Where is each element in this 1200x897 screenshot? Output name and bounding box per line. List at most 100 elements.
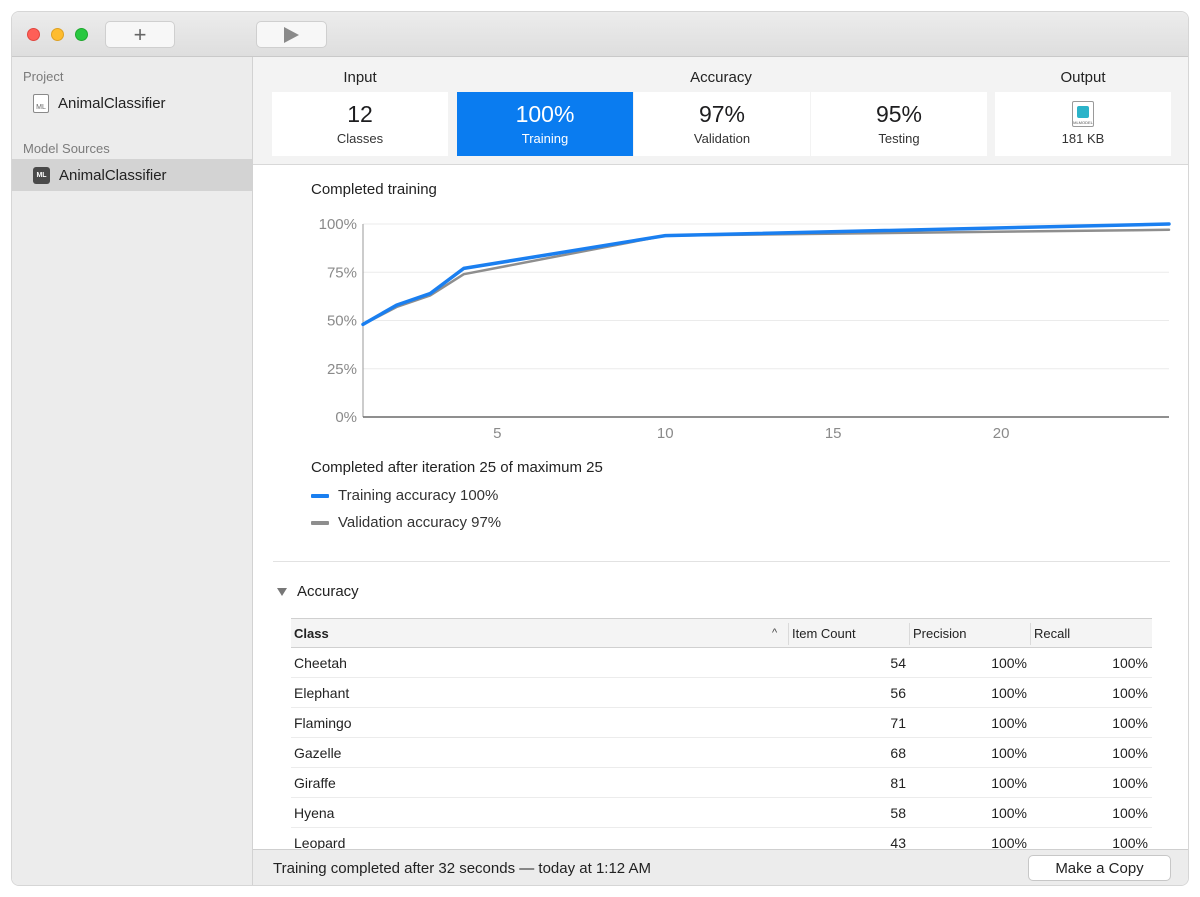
sidebar: Project ML AnimalClassifier Model Source… (12, 57, 253, 885)
sidebar-item-label: AnimalClassifier (58, 94, 166, 112)
legend-training-label: Training accuracy 100% (338, 487, 499, 504)
x-tick-label: 15 (825, 425, 842, 442)
ml-model-icon: ML (33, 166, 50, 184)
sidebar-item-model-source[interactable]: ML AnimalClassifier (12, 159, 252, 191)
x-tick-label: 20 (993, 425, 1010, 442)
column-header-precision[interactable]: Precision (913, 626, 966, 641)
cell-recall: 100% (1112, 685, 1148, 701)
mlmodel-file-label: MLMODEL (1073, 120, 1093, 125)
column-header-item-count[interactable]: Item Count (792, 626, 856, 641)
y-tick-label: 100% (319, 216, 357, 233)
section-divider (273, 561, 1170, 562)
close-window-button[interactable] (27, 28, 40, 41)
training-accuracy-line (361, 222, 1171, 327)
cell-class: Flamingo (294, 715, 352, 731)
table-row[interactable]: Cheetah 54 100% 100% (291, 648, 1152, 678)
column-separator (788, 623, 789, 645)
training-value: 100% (515, 101, 575, 127)
mlmodel-file-icon[interactable]: MLMODEL (1072, 101, 1094, 127)
testing-value: 95% (875, 101, 923, 127)
training-card[interactable]: 100% Training (457, 92, 633, 156)
accuracy-table: Class ^ Item Count Precision Recall Chee… (291, 618, 1152, 849)
legend-training: Training accuracy 100% (311, 487, 498, 504)
plus-icon: + (133, 21, 147, 47)
y-tick-label: 75% (327, 264, 357, 281)
classes-card[interactable]: 12 Classes (272, 92, 448, 156)
model-document-icon: ML (33, 93, 49, 113)
column-header-recall[interactable]: Recall (1034, 626, 1070, 641)
legend-validation: Validation accuracy 97% (311, 514, 501, 531)
cell-class: Elephant (294, 685, 350, 701)
cell-item-count: 71 (890, 715, 906, 731)
cell-class: Cheetah (294, 655, 347, 671)
play-icon (284, 26, 299, 43)
table-row[interactable]: Gazelle 68 100% 100% (291, 738, 1152, 768)
table-header: Class ^ Item Count Precision Recall (291, 618, 1152, 648)
training-content: Completed training 0% 25% 50% 75% 100% 5 10 15 2… (253, 165, 1188, 849)
metrics-header: Input Accuracy Output 12 Classes 100% Tr… (253, 57, 1188, 165)
testing-card[interactable]: 95% Testing (811, 92, 987, 156)
column-separator (909, 623, 910, 645)
zoom-window-button[interactable] (75, 28, 88, 41)
cell-class: Leopard (294, 835, 346, 849)
status-bar: Training completed after 32 seconds — to… (253, 849, 1188, 885)
accuracy-section-toggle[interactable]: Accuracy (277, 583, 359, 600)
cell-class: Giraffe (294, 775, 336, 791)
legend-validation-swatch (311, 520, 329, 525)
column-header-class[interactable]: Class (294, 626, 329, 641)
cell-item-count: 54 (890, 655, 906, 671)
table-row[interactable]: Elephant 56 100% 100% (291, 678, 1152, 708)
cell-item-count: 43 (890, 835, 906, 849)
x-tick-label: 10 (657, 425, 674, 442)
table-row[interactable]: Giraffe 81 100% 100% (291, 768, 1152, 798)
cell-recall: 100% (1112, 715, 1148, 731)
y-tick-label: 50% (327, 313, 357, 330)
table-row[interactable]: Hyena 58 100% 100% (291, 798, 1152, 828)
chart-title: Completed training (311, 181, 437, 198)
cell-recall: 100% (1112, 655, 1148, 671)
table-row[interactable]: Flamingo 71 100% 100% (291, 708, 1152, 738)
cell-recall: 100% (1112, 745, 1148, 761)
testing-label: Testing (878, 131, 920, 146)
accuracy-header: Accuracy (690, 69, 752, 86)
add-source-button[interactable]: + (105, 21, 175, 48)
y-tick-label: 25% (327, 361, 357, 378)
validation-card[interactable]: 97% Validation (634, 92, 810, 156)
cell-recall: 100% (1112, 805, 1148, 821)
table-body: Cheetah 54 100% 100% Elephant 56 100% 100% Flami… (291, 648, 1152, 849)
cell-recall: 100% (1112, 775, 1148, 791)
train-button[interactable] (256, 21, 327, 48)
cell-item-count: 68 (890, 745, 906, 761)
disclosure-triangle-icon (277, 587, 287, 596)
output-header: Output (1060, 69, 1106, 86)
cell-class: Gazelle (294, 745, 342, 761)
output-card[interactable]: MLMODEL 181 KB (995, 92, 1171, 156)
validation-value: 97% (698, 101, 746, 127)
legend-validation-label: Validation accuracy 97% (338, 514, 502, 531)
cell-item-count: 81 (890, 775, 906, 791)
x-tick-label: 5 (493, 425, 501, 442)
validation-accuracy-line (361, 228, 1171, 326)
cell-class: Hyena (294, 805, 335, 821)
training-label: Training (521, 131, 569, 146)
minimize-window-button[interactable] (51, 28, 64, 41)
cell-item-count: 56 (890, 685, 906, 701)
validation-label: Validation (693, 131, 751, 146)
cell-precision: 100% (991, 745, 1027, 761)
column-separator (1030, 623, 1031, 645)
cell-recall: 100% (1112, 835, 1148, 849)
sidebar-item-project[interactable]: ML AnimalClassifier (12, 87, 252, 119)
cell-precision: 100% (991, 715, 1027, 731)
classes-label: Classes (336, 131, 384, 146)
cell-precision: 100% (991, 655, 1027, 671)
cell-precision: 100% (991, 685, 1027, 701)
legend-training-swatch (311, 493, 329, 498)
sidebar-item-label: AnimalClassifier (59, 166, 167, 184)
table-row[interactable]: Leopard 43 100% 100% (291, 828, 1152, 849)
cell-precision: 100% (991, 775, 1027, 791)
make-copy-button[interactable]: Make a Copy (1028, 855, 1171, 881)
cell-precision: 100% (991, 835, 1027, 849)
output-size: 181 KB (1061, 131, 1105, 146)
sort-ascending-icon[interactable]: ^ (772, 627, 777, 639)
status-text: Training completed after 32 seconds — to… (273, 860, 651, 877)
